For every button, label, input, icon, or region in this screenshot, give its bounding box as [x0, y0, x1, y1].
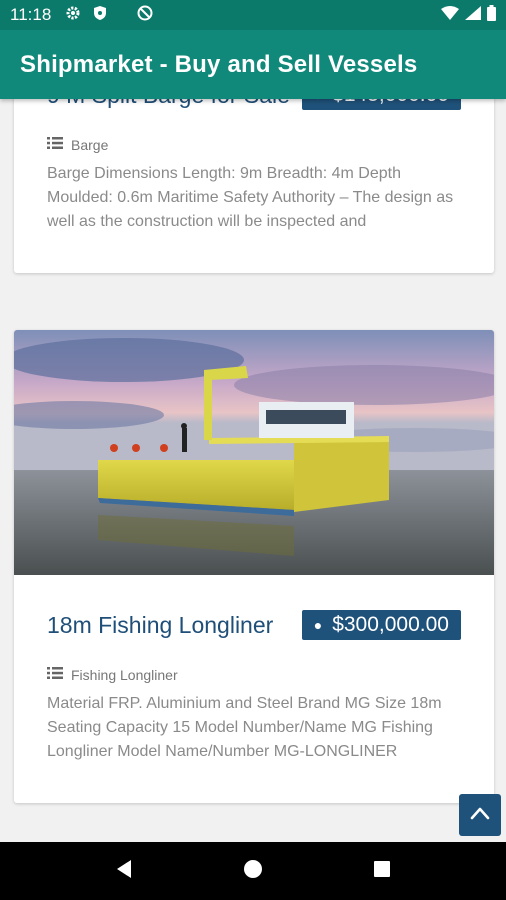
status-time: 11:18 — [10, 5, 52, 24]
nav-back-button[interactable] — [104, 851, 144, 891]
bullet-icon: ● — [313, 617, 323, 633]
shield-icon — [93, 5, 107, 26]
listing-title-row: 18m Fishing Longliner ● $300,000.00 — [47, 610, 461, 640]
do-not-disturb-icon — [137, 5, 153, 26]
listing-title[interactable]: 18m Fishing Longliner — [47, 612, 273, 639]
app-bar: Shipmarket - Buy and Sell Vessels — [0, 30, 506, 99]
status-icons-right — [441, 4, 496, 26]
signal-icon — [465, 5, 481, 25]
gear-icon — [65, 5, 81, 26]
listing-description: Barge Dimensions Length: 9m Breadth: 4m … — [47, 165, 454, 230]
listing-feed[interactable]: 9 M Split Barge for Sale ● $145,000.00 B… — [0, 0, 506, 842]
category-label[interactable]: Barge — [71, 137, 108, 153]
recents-icon — [373, 860, 391, 883]
chevron-up-icon — [470, 806, 490, 825]
system-nav-bar — [0, 842, 506, 900]
home-icon — [243, 859, 263, 884]
list-icon — [47, 666, 63, 683]
nav-home-button[interactable] — [233, 851, 273, 891]
nav-recents-button[interactable] — [362, 851, 402, 891]
listing-description: Material FRP. Aluminium and Steel Brand … — [47, 695, 442, 760]
price-text: $300,000.00 — [332, 613, 449, 636]
list-icon — [47, 136, 63, 153]
category-row: Barge — [47, 136, 108, 153]
app-title: Shipmarket - Buy and Sell Vessels — [20, 50, 418, 78]
listing-card[interactable]: 18m Fishing Longliner ● $300,000.00 Fish… — [14, 330, 494, 803]
battery-icon — [487, 4, 496, 26]
category-label[interactable]: Fishing Longliner — [71, 667, 178, 683]
category-row: Fishing Longliner — [47, 666, 178, 683]
price-badge: ● $300,000.00 — [301, 610, 461, 640]
wifi-icon — [441, 5, 459, 25]
status-bar: 11:18 — [0, 0, 506, 30]
scroll-to-top-button[interactable] — [459, 794, 501, 836]
back-icon — [115, 859, 133, 884]
vessel-image[interactable] — [14, 330, 494, 575]
status-icons-left — [65, 5, 153, 26]
